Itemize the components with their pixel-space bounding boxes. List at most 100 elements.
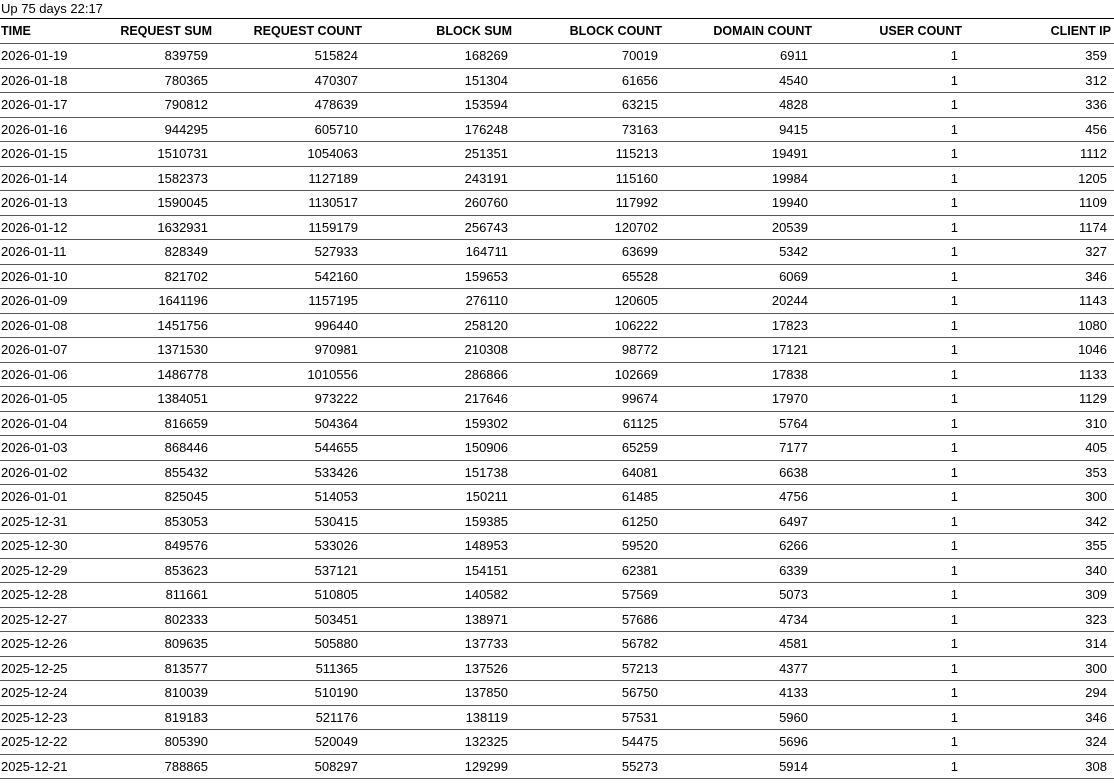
cell-domain-count: 5960 (665, 705, 815, 730)
cell-time: 2026-01-04 (0, 411, 90, 436)
table-row: 2026-01-03 868446 544655 150906 65259 7177 1 40… (0, 435, 1114, 461)
cell-request-count: 1010556 (215, 362, 365, 387)
cell-client-ip: 346 (965, 264, 1114, 289)
cell-block-sum: 138971 (365, 607, 515, 632)
cell-block-sum: 159302 (365, 411, 515, 436)
cell-block-sum: 148953 (365, 533, 515, 559)
cell-time: 2026-01-06 (0, 362, 90, 387)
cell-domain-count: 19984 (665, 166, 815, 191)
cell-request-sum: 805390 (90, 729, 215, 755)
cell-domain-count: 6497 (665, 509, 815, 534)
cell-client-ip: 353 (965, 460, 1114, 485)
cell-user-count: 1 (815, 190, 965, 216)
table-row: 2025-12-21 788865 508297 129299 55273 5914 1 30… (0, 754, 1114, 779)
cell-block-sum: 137850 (365, 680, 515, 706)
cell-client-ip: 342 (965, 509, 1114, 534)
cell-time: 2026-01-18 (0, 68, 90, 93)
cell-block-sum: 164711 (365, 239, 515, 265)
cell-client-ip: 1046 (965, 337, 1114, 363)
cell-block-count: 57531 (515, 705, 665, 730)
cell-request-count: 527933 (215, 239, 365, 265)
cell-domain-count: 17823 (665, 313, 815, 338)
cell-domain-count: 6266 (665, 533, 815, 559)
cell-block-count: 117992 (515, 190, 665, 216)
cell-domain-count: 4377 (665, 656, 815, 681)
cell-client-ip: 1133 (965, 362, 1114, 387)
cell-request-count: 1130517 (215, 190, 365, 216)
cell-request-count: 542160 (215, 264, 365, 289)
cell-block-count: 120702 (515, 215, 665, 240)
table-row: 2025-12-27 802333 503451 138971 57686 4734 1 32… (0, 607, 1114, 632)
cell-block-count: 57569 (515, 582, 665, 608)
cell-domain-count: 17838 (665, 362, 815, 387)
cell-time: 2026-01-01 (0, 484, 90, 510)
cell-request-count: 514053 (215, 484, 365, 510)
cell-block-count: 73163 (515, 117, 665, 142)
table-row: 2025-12-30 849576 533026 148953 59520 6266 1 35… (0, 533, 1114, 559)
cell-time: 2025-12-22 (0, 729, 90, 755)
cell-time: 2026-01-16 (0, 117, 90, 142)
cell-user-count: 1 (815, 43, 965, 69)
cell-client-ip: 323 (965, 607, 1114, 632)
cell-time: 2025-12-21 (0, 754, 90, 779)
cell-block-count: 115213 (515, 141, 665, 167)
cell-user-count: 1 (815, 460, 965, 485)
cell-time: 2025-12-23 (0, 705, 90, 730)
cell-request-sum: 1371530 (90, 337, 215, 363)
table-row: 2025-12-28 811661 510805 140582 57569 5073 1 30… (0, 582, 1114, 608)
cell-user-count: 1 (815, 754, 965, 779)
cell-user-count: 1 (815, 656, 965, 681)
table-row: 2025-12-23 819183 521176 138119 57531 5960 1 34… (0, 705, 1114, 730)
cell-client-ip: 359 (965, 43, 1114, 69)
table-row: 2026-01-05 1384051 973222 217646 99674 17970 1… (0, 386, 1114, 412)
cell-domain-count: 5342 (665, 239, 815, 265)
cell-request-sum: 1486778 (90, 362, 215, 387)
cell-client-ip: 1112 (965, 141, 1114, 167)
cell-request-count: 470307 (215, 68, 365, 93)
cell-request-sum: 1582373 (90, 166, 215, 191)
cell-domain-count: 5914 (665, 754, 815, 779)
cell-block-count: 115160 (515, 166, 665, 191)
table-row: 2026-01-06 1486778 1010556 286866 102669 1783… (0, 362, 1114, 387)
cell-time: 2026-01-13 (0, 190, 90, 216)
cell-block-count: 98772 (515, 337, 665, 363)
table-row: 2026-01-10 821702 542160 159653 65528 6069 1 34… (0, 264, 1114, 289)
cell-time: 2026-01-11 (0, 239, 90, 265)
cell-request-sum: 944295 (90, 117, 215, 142)
cell-user-count: 1 (815, 631, 965, 657)
cell-block-sum: 150906 (365, 435, 515, 461)
cell-time: 2026-01-08 (0, 313, 90, 338)
cell-client-ip: 405 (965, 435, 1114, 461)
cell-user-count: 1 (815, 533, 965, 559)
header-user-count: USER COUNT (815, 19, 965, 44)
cell-request-sum: 788865 (90, 754, 215, 779)
header-request-sum: REQUEST SUM (90, 19, 215, 44)
cell-domain-count: 9415 (665, 117, 815, 142)
table-row: 2026-01-19 839759 515824 168269 70019 6911 1 35… (0, 43, 1114, 69)
table-row: 2026-01-12 1632931 1159179 256743 120702 2053… (0, 215, 1114, 240)
cell-block-count: 54475 (515, 729, 665, 755)
cell-user-count: 1 (815, 92, 965, 118)
cell-block-count: 61485 (515, 484, 665, 510)
cell-domain-count: 6911 (665, 43, 815, 69)
cell-user-count: 1 (815, 607, 965, 632)
table-row: 2026-01-09 1641196 1157195 276110 120605 2024… (0, 288, 1114, 314)
cell-user-count: 1 (815, 705, 965, 730)
cell-block-sum: 168269 (365, 43, 515, 69)
header-request-count: REQUEST COUNT (215, 19, 365, 44)
cell-user-count: 1 (815, 166, 965, 191)
cell-request-sum: 813577 (90, 656, 215, 681)
cell-request-sum: 825045 (90, 484, 215, 510)
cell-time: 2026-01-17 (0, 92, 90, 118)
cell-time: 2026-01-03 (0, 435, 90, 461)
cell-request-count: 970981 (215, 337, 365, 363)
table-row: 2026-01-15 1510731 1054063 251351 115213 1949… (0, 141, 1114, 167)
header-client-ip: CLIENT IP (965, 19, 1114, 44)
cell-user-count: 1 (815, 117, 965, 142)
cell-block-sum: 140582 (365, 582, 515, 608)
cell-request-sum: 802333 (90, 607, 215, 632)
cell-request-count: 503451 (215, 607, 365, 632)
cell-user-count: 1 (815, 484, 965, 510)
cell-domain-count: 6339 (665, 558, 815, 583)
cell-time: 2026-01-10 (0, 264, 90, 289)
